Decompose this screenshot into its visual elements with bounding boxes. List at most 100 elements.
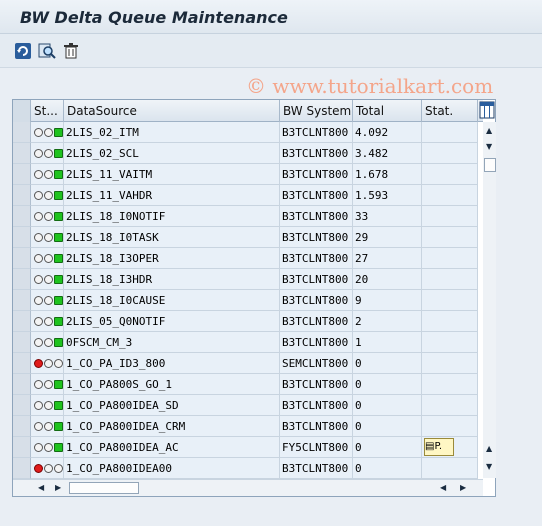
light-off-icon (44, 128, 53, 137)
table-row[interactable]: 0FSCM_CM_3 B3TCLNT800 1 (13, 332, 479, 353)
status-lights (31, 227, 64, 248)
scroll-left-arrow[interactable]: ◀ (38, 483, 44, 492)
table-row[interactable]: 1_CO_PA800IDEA_CRM B3TCLNT800 0 (13, 416, 479, 437)
row-selector[interactable] (13, 353, 31, 374)
scroll-down-arrow-bottom[interactable]: ▼ (486, 462, 492, 471)
datasource-cell: 1_CO_PA800IDEA_CRM (64, 416, 280, 437)
layout-settings-icon[interactable] (479, 101, 495, 119)
row-selector[interactable] (13, 227, 31, 248)
table-row[interactable]: 2LIS_02_SCL B3TCLNT800 3.482 (13, 143, 479, 164)
table-row[interactable]: 2LIS_11_VAHDR B3TCLNT800 1.593 (13, 185, 479, 206)
light-off-icon (44, 359, 53, 368)
horizontal-scroll-thumb[interactable] (69, 482, 139, 494)
table-row[interactable]: 2LIS_18_I3OPER B3TCLNT800 27 (13, 248, 479, 269)
row-selector[interactable] (13, 311, 31, 332)
light-off-icon (34, 443, 43, 452)
light-off-icon (34, 317, 43, 326)
row-selector[interactable] (13, 122, 31, 143)
row-selector[interactable] (13, 416, 31, 437)
column-header-datasource[interactable]: DataSource (64, 100, 280, 122)
table-row[interactable]: 1_CO_PA800IDEA_AC FY5CLNT800 0 ▤P. (13, 437, 479, 458)
row-selector[interactable] (13, 248, 31, 269)
light-off-icon (44, 233, 53, 242)
table-row[interactable]: 1_CO_PA800IDEA00 B3TCLNT800 0 (13, 458, 479, 479)
table-row[interactable]: 1_CO_PA800S_GO_1 B3TCLNT800 0 (13, 374, 479, 395)
bw-system-cell: B3TCLNT800 (280, 185, 353, 206)
trash-icon[interactable] (62, 42, 80, 60)
column-header-total[interactable]: Total (353, 100, 422, 122)
status-lights (31, 458, 64, 479)
row-selector[interactable] (13, 185, 31, 206)
bw-system-cell: B3TCLNT800 (280, 164, 353, 185)
datasource-cell: 2LIS_11_VAITM (64, 164, 280, 185)
table-row[interactable]: 2LIS_18_I0CAUSE B3TCLNT800 9 (13, 290, 479, 311)
horizontal-scrollbar[interactable]: ◀ ▶ ◀ ▶ (13, 479, 483, 496)
scroll-left-arrow-right[interactable]: ◀ (440, 483, 446, 492)
status-lights (31, 206, 64, 227)
row-selector[interactable] (13, 395, 31, 416)
vertical-scroll-thumb[interactable] (484, 158, 496, 172)
stat-cell (422, 185, 478, 206)
row-selector[interactable] (13, 458, 31, 479)
stat-button[interactable]: ▤P. (424, 438, 454, 456)
column-header-stat[interactable]: Stat. (422, 100, 478, 122)
total-cell: 0 (353, 374, 422, 395)
scroll-up-arrow[interactable]: ▲ (486, 126, 492, 135)
light-off-icon (44, 149, 53, 158)
status-lights (31, 290, 64, 311)
datasource-cell: 2LIS_18_I0TASK (64, 227, 280, 248)
row-selector[interactable] (13, 332, 31, 353)
magnifier-icon[interactable] (38, 42, 56, 60)
table-row[interactable]: 2LIS_02_ITM B3TCLNT800 4.092 (13, 122, 479, 143)
total-cell: 3.482 (353, 143, 422, 164)
total-cell: 1 (353, 332, 422, 353)
row-selector-header[interactable] (13, 100, 31, 122)
light-off-icon (44, 443, 53, 452)
stat-cell (422, 269, 478, 290)
row-selector[interactable] (13, 143, 31, 164)
red-light-icon (34, 464, 43, 473)
datasource-cell: 0FSCM_CM_3 (64, 332, 280, 353)
light-off-icon (34, 338, 43, 347)
total-cell: 29 (353, 227, 422, 248)
table-row[interactable]: 2LIS_11_VAITM B3TCLNT800 1.678 (13, 164, 479, 185)
scroll-up-arrow-bottom[interactable]: ▲ (486, 444, 492, 453)
column-header-status[interactable]: St... (31, 100, 64, 122)
scroll-down-arrow[interactable]: ▼ (486, 142, 492, 151)
table-row[interactable]: 1_CO_PA_ID3_800 SEMCLNT800 0 (13, 353, 479, 374)
bw-system-cell: FY5CLNT800 (280, 437, 353, 458)
row-selector[interactable] (13, 437, 31, 458)
status-lights (31, 395, 64, 416)
stat-cell (422, 395, 478, 416)
row-selector[interactable] (13, 206, 31, 227)
table-row[interactable]: 2LIS_18_I0NOTIF B3TCLNT800 33 (13, 206, 479, 227)
stat-cell (422, 164, 478, 185)
datasource-cell: 2LIS_18_I3OPER (64, 248, 280, 269)
column-header-bw-system[interactable]: BW System (280, 100, 353, 122)
datasource-cell: 1_CO_PA800IDEA_SD (64, 395, 280, 416)
status-lights (31, 311, 64, 332)
light-off-icon (44, 464, 53, 473)
table-row[interactable]: 2LIS_18_I3HDR B3TCLNT800 20 (13, 269, 479, 290)
table-row[interactable]: 2LIS_05_Q0NOTIF B3TCLNT800 2 (13, 311, 479, 332)
row-selector[interactable] (13, 269, 31, 290)
green-light-icon (54, 128, 63, 137)
scroll-right-arrow-right[interactable]: ▶ (460, 483, 466, 492)
row-selector[interactable] (13, 164, 31, 185)
light-off-icon (34, 380, 43, 389)
light-off-icon (54, 464, 63, 473)
green-light-icon (54, 401, 63, 410)
table-row[interactable]: 1_CO_PA800IDEA_SD B3TCLNT800 0 (13, 395, 479, 416)
datasource-cell: 2LIS_02_ITM (64, 122, 280, 143)
green-light-icon (54, 149, 63, 158)
row-selector[interactable] (13, 374, 31, 395)
scroll-right-arrow[interactable]: ▶ (55, 483, 61, 492)
row-selector[interactable] (13, 290, 31, 311)
status-lights (31, 353, 64, 374)
vertical-scrollbar[interactable]: ▲ ▼ ▲ ▼ (483, 122, 496, 478)
bw-system-cell: B3TCLNT800 (280, 311, 353, 332)
stat-cell (422, 290, 478, 311)
green-light-icon (54, 275, 63, 284)
table-row[interactable]: 2LIS_18_I0TASK B3TCLNT800 29 (13, 227, 479, 248)
refresh-icon[interactable] (14, 42, 32, 60)
